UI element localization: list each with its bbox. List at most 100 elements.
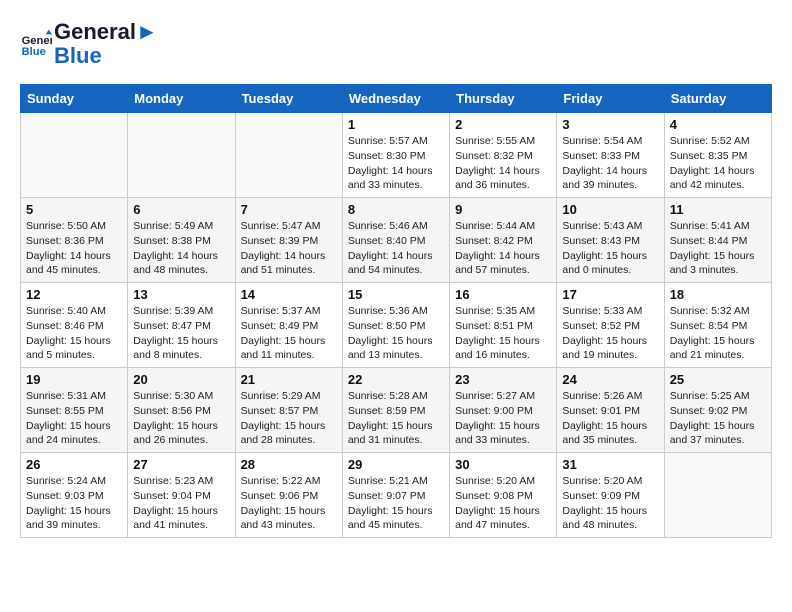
- calendar-cell: 21Sunrise: 5:29 AMSunset: 8:57 PMDayligh…: [235, 368, 342, 453]
- calendar-header-sunday: Sunday: [21, 85, 128, 113]
- day-number: 20: [133, 372, 229, 387]
- calendar-cell: 29 Sunrise: 5:21 AMSunset: 9:07 PMDayligh…: [342, 453, 449, 538]
- day-info: Sunrise: 5:32 AMSunset: 8:54 PMDaylight:…: [670, 304, 766, 363]
- calendar-header-thursday: Thursday: [450, 85, 557, 113]
- day-number: 23: [455, 372, 551, 387]
- calendar-week-row: 12Sunrise: 5:40 AMSunset: 8:46 PMDayligh…: [21, 283, 772, 368]
- day-number: 19: [26, 372, 122, 387]
- calendar-cell: 25 Sunrise: 5:25 AMSunset: 9:02 PMDayligh…: [664, 368, 771, 453]
- day-info: Sunrise: 5:52 AMSunset: 8:35 PMDaylight:…: [670, 134, 766, 193]
- calendar-table: SundayMondayTuesdayWednesdayThursdayFrid…: [20, 84, 772, 538]
- day-number: 13: [133, 287, 229, 302]
- calendar-cell: 23 Sunrise: 5:27 AMSunset: 9:00 PMDayligh…: [450, 368, 557, 453]
- calendar-cell: 20 Sunrise: 5:30 AMSunset: 8:56 PMDayligh…: [128, 368, 235, 453]
- logo: General Blue General► Blue: [20, 20, 158, 68]
- calendar-cell: 3 Sunrise: 5:54 AMSunset: 8:33 PMDaylight…: [557, 113, 664, 198]
- day-info: Sunrise: 5:41 AMSunset: 8:44 PMDaylight:…: [670, 219, 766, 278]
- calendar-week-row: 5 Sunrise: 5:50 AMSunset: 8:36 PMDaylight…: [21, 198, 772, 283]
- day-info: Sunrise: 5:57 AMSunset: 8:30 PMDaylight:…: [348, 134, 444, 193]
- day-number: 25: [670, 372, 766, 387]
- day-info: Sunrise: 5:25 AMSunset: 9:02 PMDaylight:…: [670, 389, 766, 448]
- calendar-header-friday: Friday: [557, 85, 664, 113]
- calendar-cell: 24 Sunrise: 5:26 AMSunset: 9:01 PMDayligh…: [557, 368, 664, 453]
- calendar-header-row: SundayMondayTuesdayWednesdayThursdayFrid…: [21, 85, 772, 113]
- logo-text: General► Blue: [54, 20, 158, 68]
- day-info: Sunrise: 5:33 AMSunset: 8:52 PMDaylight:…: [562, 304, 658, 363]
- calendar-cell: 14 Sunrise: 5:37 AMSunset: 8:49 PMDayligh…: [235, 283, 342, 368]
- day-info: Sunrise: 5:36 AMSunset: 8:50 PMDaylight:…: [348, 304, 444, 363]
- calendar-cell: 31 Sunrise: 5:20 AMSunset: 9:09 PMDayligh…: [557, 453, 664, 538]
- svg-text:General: General: [22, 35, 52, 47]
- calendar-week-row: 19 Sunrise: 5:31 AMSunset: 8:55 PMDayligh…: [21, 368, 772, 453]
- day-number: 3: [562, 117, 658, 132]
- day-info: Sunrise: 5:50 AMSunset: 8:36 PMDaylight:…: [26, 219, 122, 278]
- day-info: Sunrise: 5:29 AMSunset: 8:57 PMDaylight:…: [241, 389, 337, 448]
- calendar-cell: 17 Sunrise: 5:33 AMSunset: 8:52 PMDayligh…: [557, 283, 664, 368]
- day-number: 15: [348, 287, 444, 302]
- day-number: 17: [562, 287, 658, 302]
- day-number: 8: [348, 202, 444, 217]
- calendar-cell: 9 Sunrise: 5:44 AMSunset: 8:42 PMDaylight…: [450, 198, 557, 283]
- day-info: Sunrise: 5:30 AMSunset: 8:56 PMDaylight:…: [133, 389, 229, 448]
- day-info: Sunrise: 5:40 AMSunset: 8:46 PMDaylight:…: [26, 304, 122, 363]
- day-number: 31: [562, 457, 658, 472]
- day-info: Sunrise: 5:43 AMSunset: 8:43 PMDaylight:…: [562, 219, 658, 278]
- svg-text:Blue: Blue: [22, 46, 46, 58]
- day-number: 24: [562, 372, 658, 387]
- day-info: Sunrise: 5:20 AMSunset: 9:08 PMDaylight:…: [455, 474, 551, 533]
- calendar-cell: 10 Sunrise: 5:43 AMSunset: 8:43 PMDayligh…: [557, 198, 664, 283]
- day-info: Sunrise: 5:21 AMSunset: 9:07 PMDaylight:…: [348, 474, 444, 533]
- calendar-cell: 7Sunrise: 5:47 AMSunset: 8:39 PMDaylight…: [235, 198, 342, 283]
- day-info: Sunrise: 5:37 AMSunset: 8:49 PMDaylight:…: [241, 304, 337, 363]
- calendar-cell: 6 Sunrise: 5:49 AMSunset: 8:38 PMDaylight…: [128, 198, 235, 283]
- calendar-cell: 13Sunrise: 5:39 AMSunset: 8:47 PMDayligh…: [128, 283, 235, 368]
- day-number: 27: [133, 457, 229, 472]
- day-info: Sunrise: 5:47 AMSunset: 8:39 PMDaylight:…: [241, 219, 337, 278]
- calendar-cell: 19 Sunrise: 5:31 AMSunset: 8:55 PMDayligh…: [21, 368, 128, 453]
- calendar-header-wednesday: Wednesday: [342, 85, 449, 113]
- day-info: Sunrise: 5:26 AMSunset: 9:01 PMDaylight:…: [562, 389, 658, 448]
- day-info: Sunrise: 5:24 AMSunset: 9:03 PMDaylight:…: [26, 474, 122, 533]
- day-info: Sunrise: 5:28 AMSunset: 8:59 PMDaylight:…: [348, 389, 444, 448]
- day-info: Sunrise: 5:44 AMSunset: 8:42 PMDaylight:…: [455, 219, 551, 278]
- page-header: General Blue General► Blue: [20, 20, 772, 68]
- day-number: 9: [455, 202, 551, 217]
- day-number: 26: [26, 457, 122, 472]
- calendar-cell: 1 Sunrise: 5:57 AMSunset: 8:30 PMDaylight…: [342, 113, 449, 198]
- day-info: Sunrise: 5:35 AMSunset: 8:51 PMDaylight:…: [455, 304, 551, 363]
- calendar-week-row: 26 Sunrise: 5:24 AMSunset: 9:03 PMDayligh…: [21, 453, 772, 538]
- calendar-header-saturday: Saturday: [664, 85, 771, 113]
- calendar-cell: 8 Sunrise: 5:46 AMSunset: 8:40 PMDaylight…: [342, 198, 449, 283]
- calendar-cell: 26 Sunrise: 5:24 AMSunset: 9:03 PMDayligh…: [21, 453, 128, 538]
- day-info: Sunrise: 5:31 AMSunset: 8:55 PMDaylight:…: [26, 389, 122, 448]
- day-number: 11: [670, 202, 766, 217]
- day-info: Sunrise: 5:49 AMSunset: 8:38 PMDaylight:…: [133, 219, 229, 278]
- calendar-week-row: 1 Sunrise: 5:57 AMSunset: 8:30 PMDaylight…: [21, 113, 772, 198]
- day-info: Sunrise: 5:46 AMSunset: 8:40 PMDaylight:…: [348, 219, 444, 278]
- calendar-header-tuesday: Tuesday: [235, 85, 342, 113]
- calendar-cell: 28Sunrise: 5:22 AMSunset: 9:06 PMDayligh…: [235, 453, 342, 538]
- day-info: Sunrise: 5:55 AMSunset: 8:32 PMDaylight:…: [455, 134, 551, 193]
- day-number: 22: [348, 372, 444, 387]
- calendar-cell: 12Sunrise: 5:40 AMSunset: 8:46 PMDayligh…: [21, 283, 128, 368]
- day-number: 14: [241, 287, 337, 302]
- day-info: Sunrise: 5:27 AMSunset: 9:00 PMDaylight:…: [455, 389, 551, 448]
- calendar-cell: 11 Sunrise: 5:41 AMSunset: 8:44 PMDayligh…: [664, 198, 771, 283]
- calendar-cell: [235, 113, 342, 198]
- day-info: Sunrise: 5:22 AMSunset: 9:06 PMDaylight:…: [241, 474, 337, 533]
- day-info: Sunrise: 5:54 AMSunset: 8:33 PMDaylight:…: [562, 134, 658, 193]
- calendar-cell: 18 Sunrise: 5:32 AMSunset: 8:54 PMDayligh…: [664, 283, 771, 368]
- day-number: 2: [455, 117, 551, 132]
- calendar-cell: [128, 113, 235, 198]
- calendar-cell: 16 Sunrise: 5:35 AMSunset: 8:51 PMDayligh…: [450, 283, 557, 368]
- day-info: Sunrise: 5:23 AMSunset: 9:04 PMDaylight:…: [133, 474, 229, 533]
- day-number: 16: [455, 287, 551, 302]
- day-number: 10: [562, 202, 658, 217]
- day-number: 5: [26, 202, 122, 217]
- day-number: 29: [348, 457, 444, 472]
- day-number: 1: [348, 117, 444, 132]
- day-number: 6: [133, 202, 229, 217]
- calendar-cell: 5 Sunrise: 5:50 AMSunset: 8:36 PMDaylight…: [21, 198, 128, 283]
- day-info: Sunrise: 5:20 AMSunset: 9:09 PMDaylight:…: [562, 474, 658, 533]
- day-number: 18: [670, 287, 766, 302]
